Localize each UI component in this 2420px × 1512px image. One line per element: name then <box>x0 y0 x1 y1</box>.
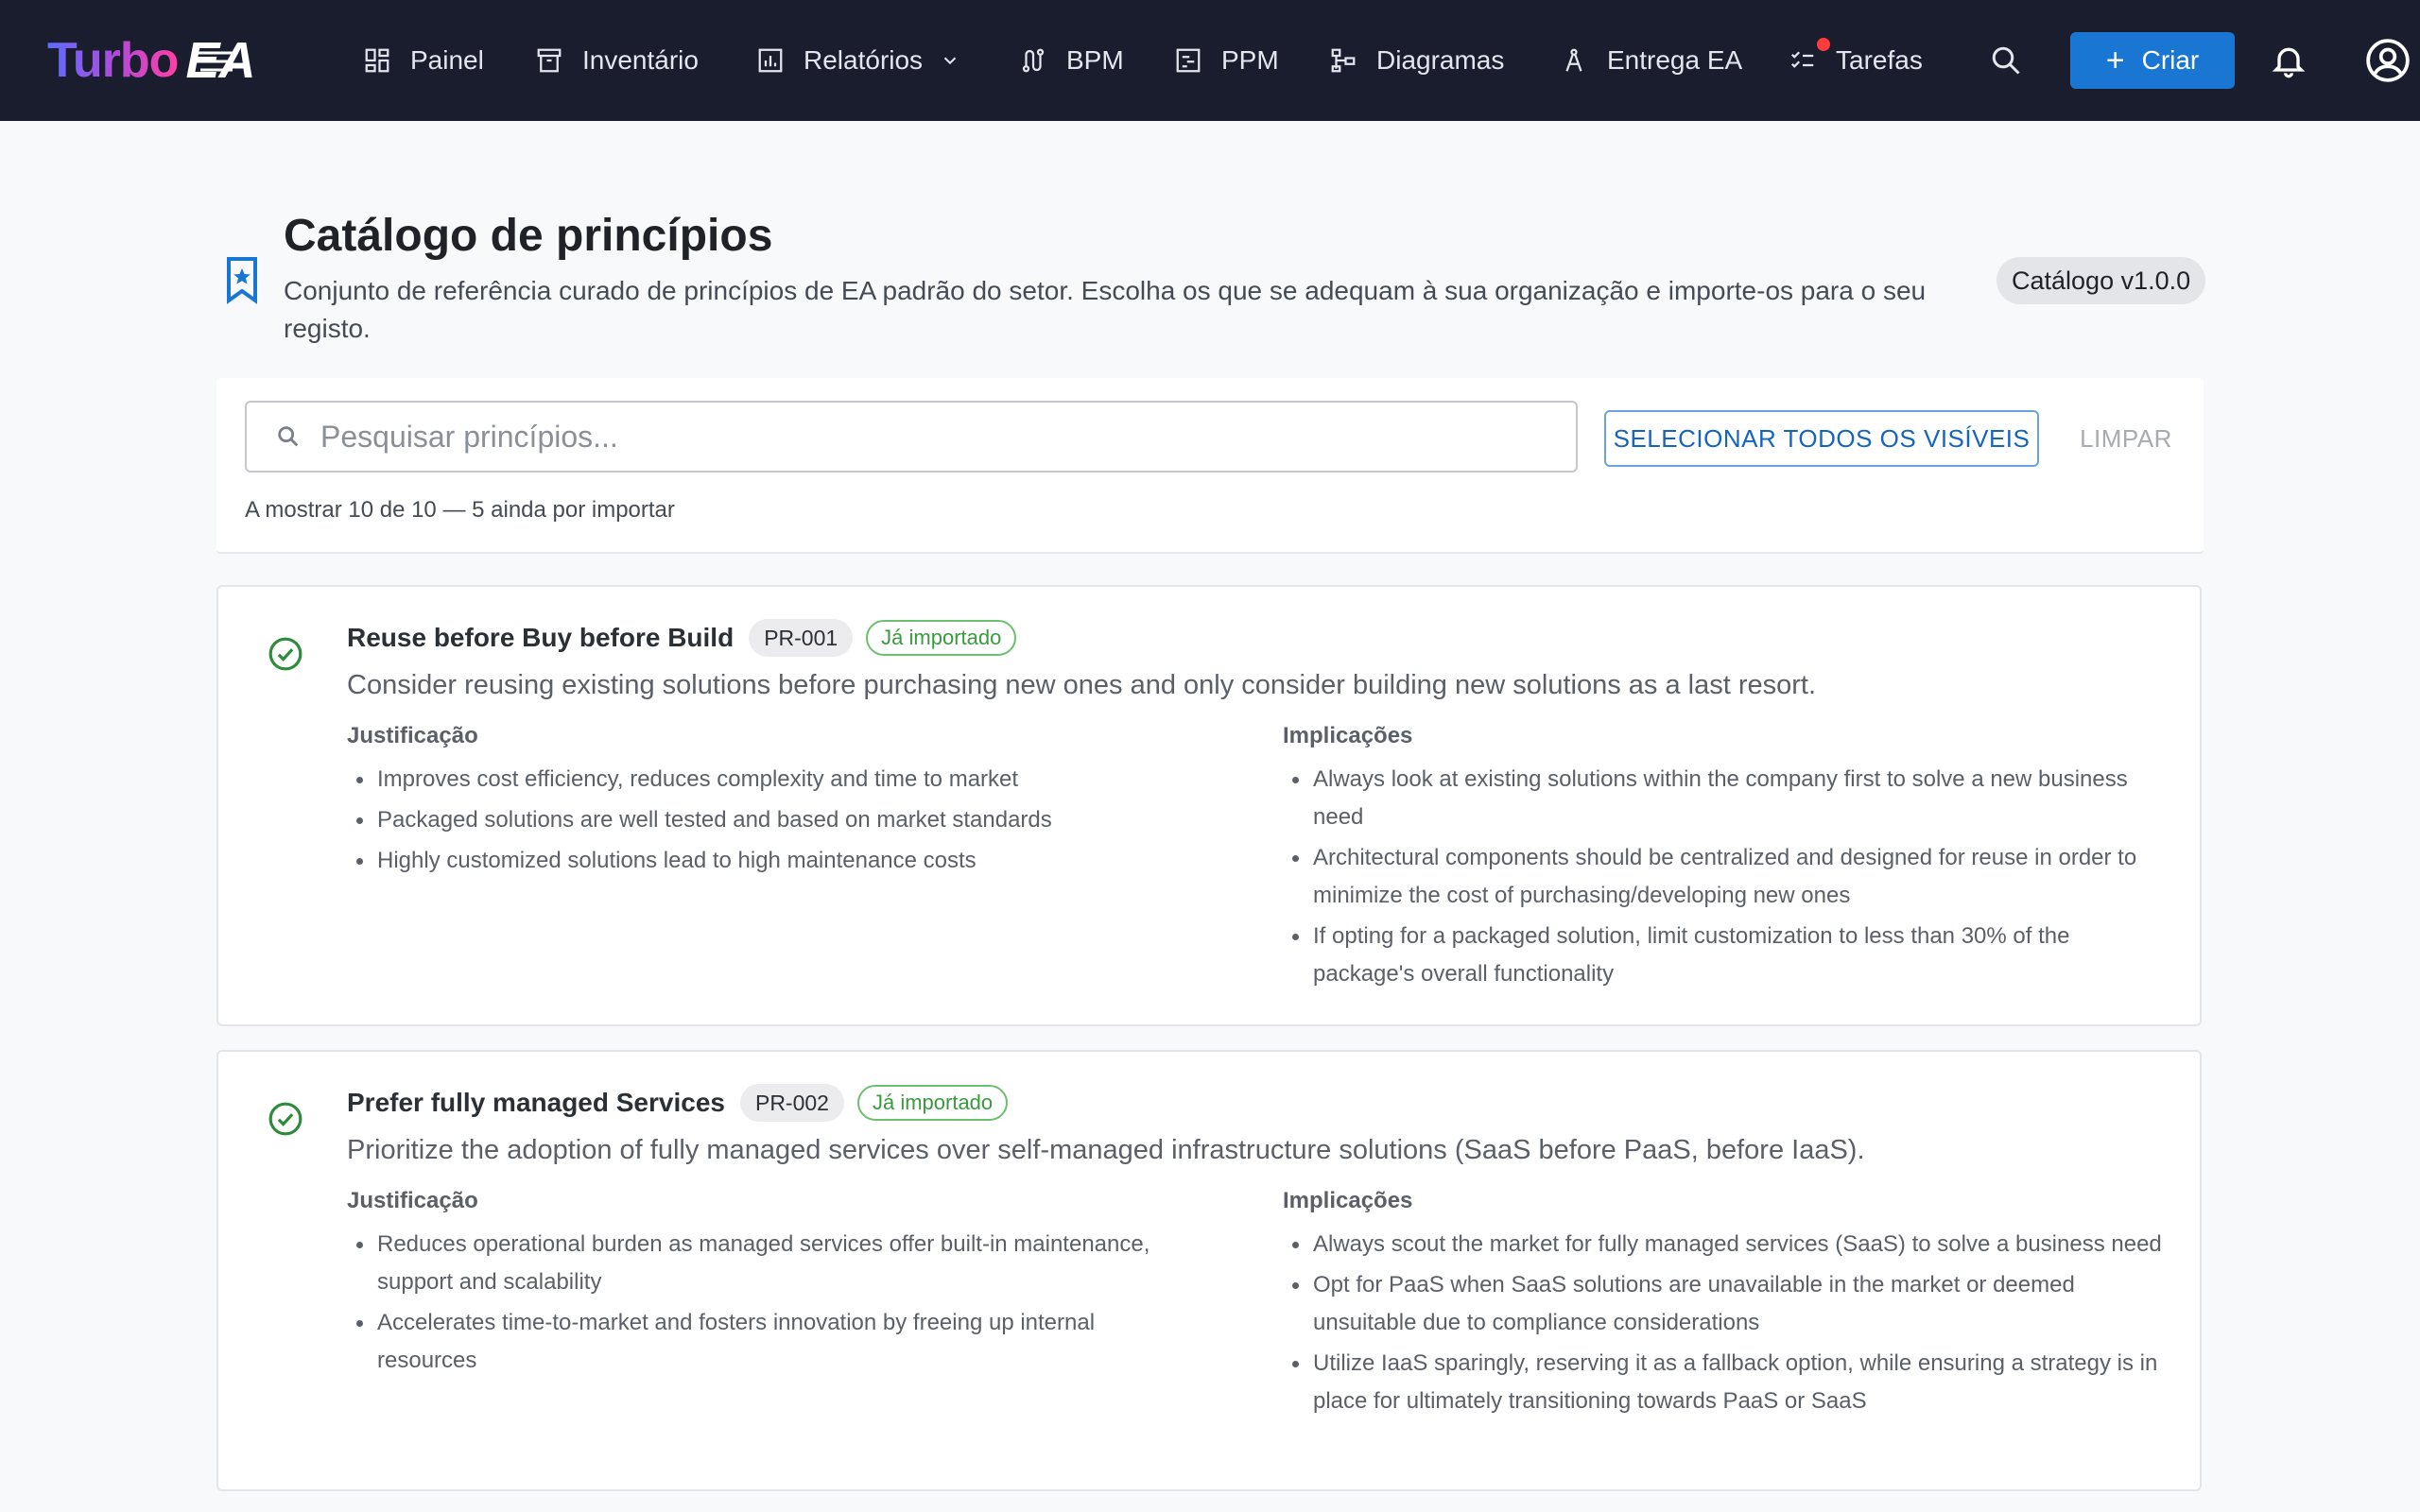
implications-label: Implicações <box>1283 1188 1413 1213</box>
imported-status-badge: Já importado <box>856 1085 1009 1121</box>
implications-label: Implicações <box>1283 723 1413 748</box>
nav-item-bpm[interactable]: BPM <box>1019 34 1124 87</box>
justification-list: Reduces operational burden as managed se… <box>347 1226 1198 1383</box>
nav-item-inventario[interactable]: Inventário <box>535 34 699 87</box>
page-subtitle: Conjunto de referência curado de princíp… <box>284 276 1927 343</box>
list-item: Always scout the market for fully manage… <box>1283 1226 2171 1263</box>
route-icon <box>1022 48 1045 73</box>
nav-item-painel[interactable]: Painel <box>363 34 484 87</box>
nav-label: Painel <box>410 45 484 75</box>
list-item: Packaged solutions are well tested and b… <box>347 801 1198 839</box>
principle-id-chip: PR-001 <box>749 619 854 657</box>
account-circle-icon <box>2366 39 2410 82</box>
principle-card[interactable]: Prefer fully managed Services PR-002 Já … <box>216 1050 2202 1491</box>
search-icon <box>278 426 299 447</box>
compass-icon <box>1565 48 1582 72</box>
list-item: Architectural components should be centr… <box>1283 839 2171 915</box>
logo-speed-lines-icon <box>191 51 233 72</box>
list-item: Highly customized solutions lead to high… <box>347 842 1198 880</box>
dashboard-icon <box>365 48 389 73</box>
nav-item-ppm[interactable]: PPM <box>1174 34 1279 87</box>
catalog-version-chip: Catálogo v1.0.0 <box>1996 257 2206 304</box>
principle-header: Reuse before Buy before Build PR-001 Já … <box>347 619 1017 657</box>
search-field[interactable] <box>245 401 1578 472</box>
check-circle-icon <box>268 1102 302 1136</box>
bookmark-star-icon <box>227 257 257 304</box>
search-input[interactable] <box>319 418 1551 455</box>
principle-title: Prefer fully managed Services <box>347 1088 725 1117</box>
bar-chart-icon <box>758 48 783 73</box>
nav-label: Entrega EA <box>1607 45 1743 75</box>
page-title: Catálogo de princípios <box>284 211 773 261</box>
principle-description: Prioritize the adoption of fully managed… <box>347 1135 1865 1165</box>
list-item: Accelerates time-to-market and fosters i… <box>347 1304 1198 1380</box>
principle-description: Consider reusing existing solutions befo… <box>347 670 1817 700</box>
search-icon <box>1992 46 2020 75</box>
nav-item-diagramas[interactable]: Diagramas <box>1329 34 1504 87</box>
top-navigation-bar: Turbo EA Painel Inventário Relatórios <box>0 0 2420 121</box>
user-account-button[interactable] <box>2363 36 2412 85</box>
chevron-down-icon <box>943 57 957 65</box>
list-item: Utilize IaaS sparingly, reserving it as … <box>1283 1345 2171 1420</box>
nav-item-entrega-ea[interactable]: Entrega EA <box>1560 34 1742 87</box>
list-item: Improves cost efficiency, reduces comple… <box>347 761 1198 799</box>
result-count-text: A mostrar 10 de 10 — 5 ainda por importa… <box>245 497 675 523</box>
notifications-button[interactable] <box>2267 38 2310 83</box>
list-item: Always look at existing solutions within… <box>1283 761 2171 836</box>
nav-label: Inventário <box>582 45 699 75</box>
list-item: Reduces operational burden as managed se… <box>347 1226 1198 1301</box>
principle-header: Prefer fully managed Services PR-002 Já … <box>347 1084 1009 1122</box>
notification-dot <box>1817 38 1830 51</box>
nav-label: Tarefas <box>1836 45 1923 75</box>
nav-item-tarefas[interactable]: Tarefas <box>1789 34 1923 87</box>
principle-title: Reuse before Buy before Build <box>347 623 735 652</box>
implications-list: Always look at existing solutions within… <box>1283 761 2171 996</box>
implications-list: Always scout the market for fully manage… <box>1283 1226 2171 1423</box>
create-label: Criar <box>2141 45 2200 75</box>
diagram-icon <box>1331 48 1356 73</box>
app-logo[interactable]: Turbo EA <box>47 30 255 91</box>
principle-card[interactable]: Reuse before Buy before Build PR-001 Já … <box>216 585 2202 1026</box>
search-button[interactable] <box>1985 40 2027 81</box>
nav-label: Relatórios <box>804 45 924 75</box>
logo-turbo-text: Turbo <box>47 33 179 88</box>
list-item: If opting for a packaged solution, limit… <box>1283 918 2171 993</box>
checklist-icon <box>1790 51 1814 68</box>
list-item: Opt for PaaS when SaaS solutions are una… <box>1283 1266 2171 1342</box>
kanban-icon <box>1176 48 1201 73</box>
nav-label: BPM <box>1066 45 1124 75</box>
nav-label: PPM <box>1221 45 1279 75</box>
bell-icon <box>2272 47 2306 78</box>
imported-status-badge: Já importado <box>866 620 1017 656</box>
justification-list: Improves cost efficiency, reduces comple… <box>347 761 1198 883</box>
archive-icon <box>537 48 562 73</box>
nav-label: Diagramas <box>1376 45 1505 75</box>
check-circle-icon <box>268 637 302 671</box>
nav-item-relatorios[interactable]: Relatórios <box>756 34 960 87</box>
search-toolbar: SELECIONAR TODOS OS VISÍVEIS LIMPAR A mo… <box>216 378 2204 554</box>
justification-label: Justificação <box>347 723 478 748</box>
clear-button[interactable]: LIMPAR <box>2069 410 2183 467</box>
create-button[interactable]: + Criar <box>2070 32 2235 89</box>
principle-id-chip: PR-002 <box>739 1084 844 1122</box>
select-all-visible-button[interactable]: SELECIONAR TODOS OS VISÍVEIS <box>1604 410 2039 467</box>
justification-label: Justificação <box>347 1188 478 1213</box>
plus-icon: + <box>2105 43 2125 78</box>
